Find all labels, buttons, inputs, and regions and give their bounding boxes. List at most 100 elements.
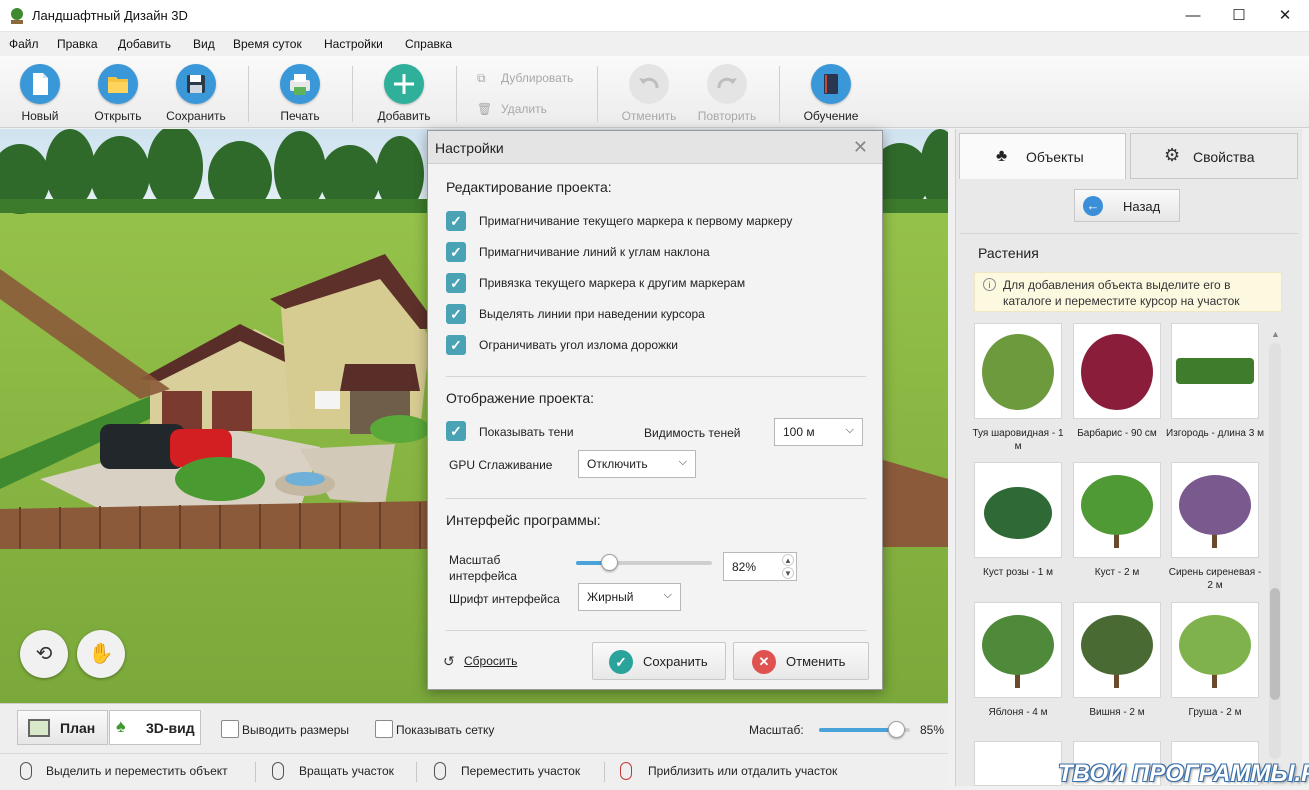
plus-icon <box>384 64 424 104</box>
toolbar-divider <box>456 66 457 122</box>
folder-icon <box>98 64 138 104</box>
status-divider <box>604 762 605 782</box>
plan-view-button[interactable]: План <box>17 710 108 745</box>
ui-font-value: Жирный <box>587 590 634 604</box>
close-button[interactable]: ✕ <box>1262 0 1308 32</box>
ui-scale-spinbox[interactable]: 82% ▲ ▼ <box>723 552 797 581</box>
redo-label: Повторить <box>697 109 757 123</box>
plant-tile[interactable] <box>1171 602 1259 698</box>
show-sizes-label: Выводить размеры <box>242 723 350 737</box>
snap-first-marker-checkbox[interactable]: ✓ <box>446 211 466 231</box>
ui-scale-value: 82% <box>732 560 757 574</box>
plant-caption: Туя шаровидная - 1 м <box>972 428 1064 452</box>
menu-edit[interactable]: Правка <box>57 37 98 51</box>
app-window: Ландшафтный Дизайн 3D — ☐ ✕ Файл Правка … <box>0 0 1309 790</box>
bind-markers-checkbox[interactable]: ✓ <box>446 273 466 293</box>
save-toolbar-button[interactable]: Сохранить <box>158 64 234 126</box>
plant-tile[interactable] <box>974 741 1062 786</box>
redo-icon <box>707 64 747 104</box>
limit-path-angle-label: Ограничивать угол излома дорожки <box>479 338 678 352</box>
spin-up-icon[interactable]: ▲ <box>782 554 794 566</box>
gear-icon: ⚙ <box>1164 145 1181 165</box>
tab-objects[interactable]: ♣ Объекты <box>959 133 1126 179</box>
plant-tile[interactable] <box>974 462 1062 558</box>
redo-button[interactable]: Повторить <box>689 64 765 126</box>
maximize-button[interactable]: ☐ <box>1216 0 1262 32</box>
back-button[interactable]: ← Назад <box>1074 189 1180 222</box>
chevron-down-icon: ⌵ <box>678 456 687 468</box>
tree-icon: ♣ <box>996 146 1008 165</box>
show-sizes-checkbox[interactable] <box>221 720 239 738</box>
spin-down-icon[interactable]: ▼ <box>782 567 794 579</box>
catalog-scrollbar[interactable]: ▲ <box>1269 329 1281 759</box>
plant-image <box>982 615 1054 688</box>
plant-tile[interactable] <box>1073 462 1161 558</box>
3d-view-label: 3D-вид <box>146 720 195 736</box>
duplicate-button[interactable]: Дублировать <box>501 71 573 85</box>
ui-scale-slider-thumb[interactable] <box>600 554 618 571</box>
undo-label: Отменить <box>621 109 677 123</box>
section-display-title: Отображение проекта: <box>446 390 595 406</box>
snap-first-marker-label: Примагничивание текущего маркера к перво… <box>479 214 793 228</box>
pan-view-button[interactable]: ✋ <box>77 630 125 678</box>
window-title: Ландшафтный Дизайн 3D <box>32 8 188 23</box>
highlight-lines-checkbox[interactable]: ✓ <box>446 304 466 324</box>
info-icon: i <box>983 278 996 291</box>
limit-path-angle-checkbox[interactable]: ✓ <box>446 335 466 355</box>
plant-tile[interactable] <box>1073 602 1161 698</box>
scrollbar-thumb[interactable] <box>1270 588 1280 700</box>
zoom-value: 85% <box>920 723 945 737</box>
shadow-visibility-value: 100 м <box>783 425 815 439</box>
status-move: Переместить участок <box>461 764 581 778</box>
reset-link[interactable]: Сбросить <box>464 654 517 668</box>
show-shadows-checkbox[interactable]: ✓ <box>446 421 466 441</box>
add-button[interactable]: Добавить <box>366 64 442 126</box>
dialog-title: Настройки <box>435 140 504 156</box>
plant-tile[interactable] <box>974 323 1062 419</box>
menu-time-of-day[interactable]: Время суток <box>233 37 302 51</box>
tutorial-button[interactable]: Обучение <box>793 64 869 126</box>
plan-view-label: План <box>60 720 96 736</box>
gpu-smoothing-select[interactable]: Отключить ⌵ <box>578 450 696 478</box>
plant-tile[interactable] <box>1073 323 1161 419</box>
dialog-close-icon[interactable]: ✕ <box>853 137 868 158</box>
show-grid-checkbox[interactable] <box>375 720 393 738</box>
plant-tile[interactable] <box>1171 323 1259 419</box>
menu-help[interactable]: Справка <box>405 37 452 51</box>
arrow-left-icon: ← <box>1083 196 1103 216</box>
ui-font-select[interactable]: Жирный ⌵ <box>578 583 681 611</box>
tab-properties[interactable]: ⚙ Свойства <box>1130 133 1298 179</box>
plan-map-icon <box>28 719 50 737</box>
shadow-visibility-select[interactable]: 100 м ⌵ <box>774 418 863 446</box>
shadow-visibility-label: Видимость теней <box>644 426 741 440</box>
menu-settings[interactable]: Настройки <box>324 37 383 51</box>
toolbar-divider <box>352 66 353 122</box>
watermark: ТВОИ ПРОГРАММЫ.РУ <box>1058 760 1309 787</box>
print-button[interactable]: Печать <box>262 64 338 126</box>
rotate-view-button[interactable]: ⟲ <box>20 630 68 678</box>
notice-text: Для добавления объекта выделите его в ка… <box>1003 278 1240 308</box>
cancel-button[interactable]: ✕ Отменить <box>733 642 869 680</box>
minimize-button[interactable]: — <box>1170 0 1216 32</box>
divider <box>446 376 866 377</box>
new-button[interactable]: Новый <box>2 64 78 126</box>
open-button[interactable]: Открыть <box>80 64 156 126</box>
menu-file[interactable]: Файл <box>9 37 39 51</box>
save-button[interactable]: ✓ Сохранить <box>592 642 726 680</box>
plant-tile[interactable] <box>974 602 1062 698</box>
ui-scale-slider[interactable] <box>576 554 712 571</box>
divider <box>960 233 1298 234</box>
undo-button[interactable]: Отменить <box>611 64 687 126</box>
menu-add[interactable]: Добавить <box>118 37 171 51</box>
app-tree-icon <box>11 8 23 24</box>
plant-tile[interactable] <box>1171 462 1259 558</box>
menu-view[interactable]: Вид <box>193 37 215 51</box>
delete-button[interactable]: Удалить <box>501 102 547 116</box>
print-label: Печать <box>280 109 320 123</box>
snap-line-angles-checkbox[interactable]: ✓ <box>446 242 466 262</box>
zoom-slider[interactable] <box>819 721 910 738</box>
3d-view-button[interactable]: ♠ 3D-вид <box>109 710 201 745</box>
ui-font-label: Шрифт интерфейса <box>449 592 560 606</box>
scroll-up-icon[interactable]: ▲ <box>1271 329 1280 339</box>
zoom-slider-thumb[interactable] <box>888 721 906 738</box>
